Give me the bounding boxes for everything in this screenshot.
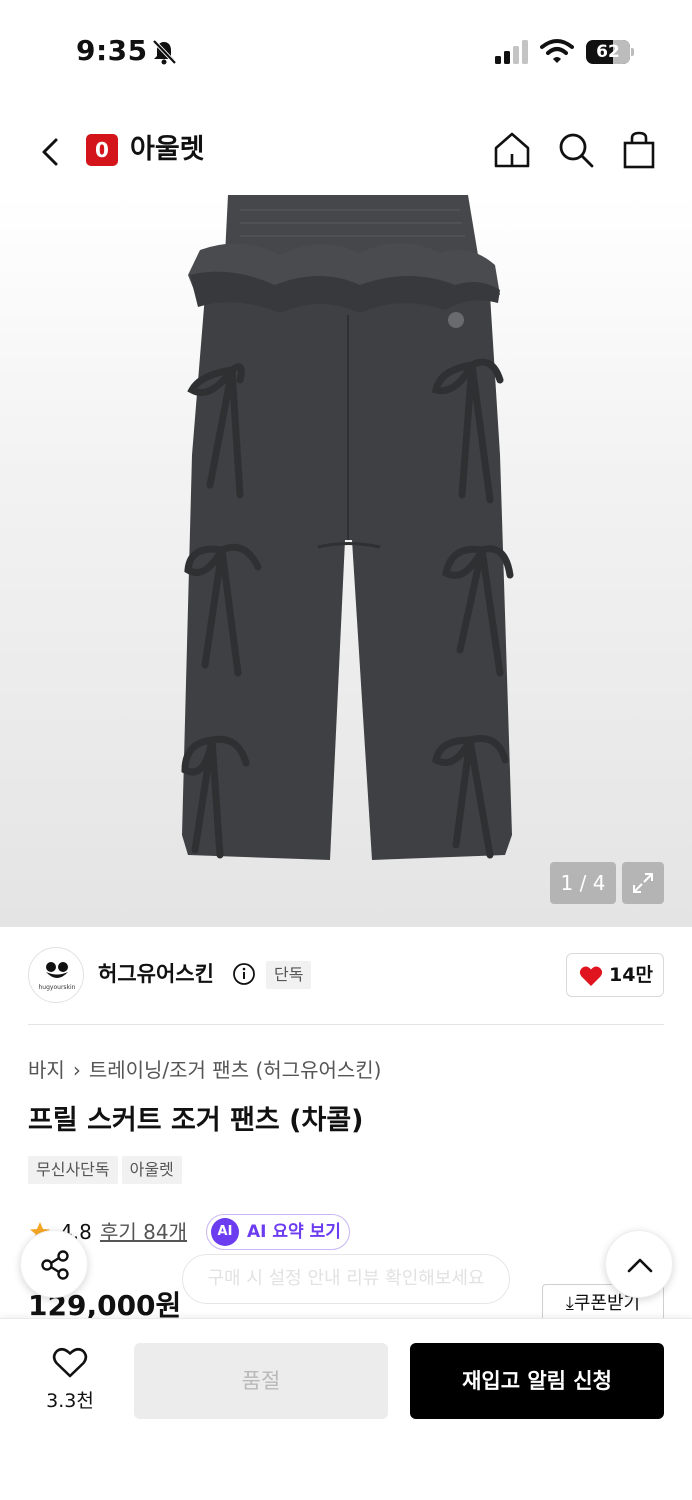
product-photo (181, 195, 514, 860)
product-tags: 무신사단독 아울렛 (28, 1156, 186, 1186)
chevron-right-icon: › (72, 1058, 81, 1082)
wifi-icon (540, 39, 574, 63)
status-bar: 9:35 62 (0, 0, 692, 100)
heart-outline-icon (52, 1347, 88, 1378)
wishlist-count: 3.3천 (46, 1390, 94, 1412)
bottom-action-bar: 3.3천 품절 재입고 알림 신청 (0, 1318, 692, 1500)
wishlist-button[interactable]: 3.3천 (30, 1343, 110, 1423)
tag-outlet: 아울렛 (121, 1156, 182, 1184)
share-icon (41, 1250, 69, 1280)
expand-icon (633, 873, 653, 893)
ai-summary-label: AI 요약 보기 (247, 1222, 341, 1242)
outlet-logo: 0 (86, 134, 118, 166)
home-icon[interactable] (490, 128, 534, 172)
exclusive-badge: 단독 (266, 961, 312, 989)
soldout-button: 품절 (134, 1343, 388, 1419)
floating-hint-pill: 구매 시 설정 안내 리뷰 확인해보세요 (182, 1254, 510, 1304)
back-arrow-icon[interactable] (30, 132, 70, 172)
info-icon[interactable] (232, 962, 256, 986)
review-count-link[interactable]: 후기 84개 (100, 1214, 187, 1250)
brand-row: hugyourskin 허그유어스킨 단독 14만 (28, 947, 664, 1005)
chevron-up-icon (627, 1258, 653, 1273)
shopping-bag-icon[interactable] (617, 128, 661, 172)
download-icon: ⤓ (565, 1293, 574, 1314)
ai-badge-icon: AI (211, 1218, 239, 1246)
share-button[interactable] (20, 1230, 88, 1298)
brand-like-count: 14만 (609, 964, 653, 986)
rating-row: 4.8 후기 84개 AI AI 요약 보기 (28, 1214, 428, 1250)
bell-muted-icon (152, 39, 177, 65)
breadcrumb-category[interactable]: 바지 (28, 1058, 65, 1082)
brand-avatar[interactable]: hugyourskin (28, 947, 84, 1003)
brand-avatar-text: hugyourskin (38, 984, 76, 991)
product-image-gallery[interactable]: 1 / 4 (0, 195, 692, 927)
product-title: 프릴 스커트 조거 팬츠 (차콜) (28, 1105, 364, 1136)
page-title: 아울렛 (130, 134, 205, 165)
search-icon[interactable] (554, 128, 598, 172)
ai-summary-button[interactable]: AI AI 요약 보기 (206, 1214, 350, 1250)
divider (28, 1024, 664, 1025)
scroll-to-top-button[interactable] (605, 1230, 673, 1298)
app-header: 0 아울렛 (0, 110, 692, 190)
restock-alert-button[interactable]: 재입고 알림 신청 (410, 1343, 664, 1419)
breadcrumb: 바지 › 트레이닝/조거 팬츠 (허그유어스킨) (28, 1053, 381, 1087)
brand-like-button[interactable]: 14만 (566, 953, 664, 997)
tag-musinsa-exclusive: 무신사단독 (28, 1156, 118, 1184)
battery-indicator: 62 (586, 40, 634, 64)
battery-level: 62 (596, 42, 620, 62)
image-page-indicator: 1 / 4 (550, 862, 616, 904)
brand-logo-icon (46, 962, 68, 978)
breadcrumb-subcategory[interactable]: 트레이닝/조거 팬츠 (허그유어스킨) (89, 1058, 382, 1082)
expand-image-button[interactable] (622, 862, 664, 904)
brand-name[interactable]: 허그유어스킨 (98, 959, 214, 989)
signal-icon (495, 40, 528, 64)
status-time: 9:35 (76, 34, 148, 67)
heart-filled-icon (579, 966, 603, 986)
